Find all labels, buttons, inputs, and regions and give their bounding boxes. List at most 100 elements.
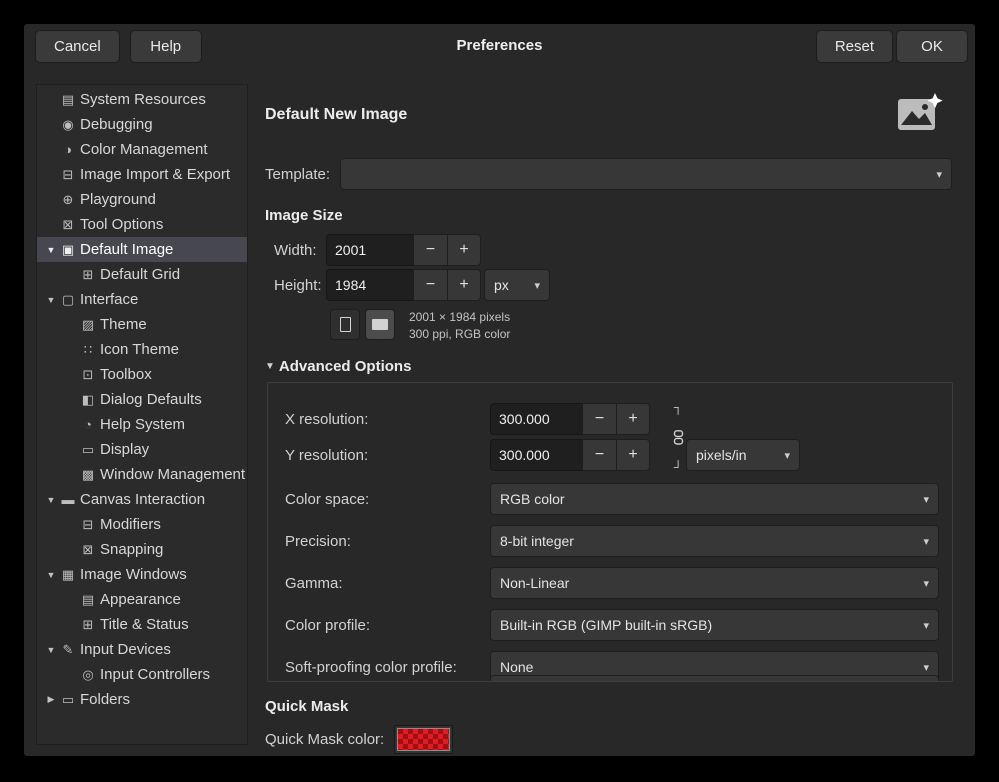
sidebar-item-window-management[interactable]: ▩ Window Management: [37, 462, 247, 487]
color-profile-dropdown[interactable]: Built-in RGB (GIMP built-in sRGB) ▾: [490, 609, 939, 641]
resolution-unit-value: pixels/in: [696, 447, 776, 463]
color-profile-label: Color profile:: [285, 617, 490, 634]
reset-button[interactable]: Reset: [816, 30, 893, 63]
icon-theme-icon: ∷: [79, 342, 97, 358]
sidebar-item-label: Default Image: [80, 241, 173, 258]
width-input[interactable]: [326, 234, 413, 266]
height-input[interactable]: [326, 269, 413, 301]
x-resolution-spinner: − +: [490, 403, 650, 435]
color-space-value: RGB color: [500, 491, 915, 507]
sidebar-item-debugging[interactable]: ◉ Debugging: [37, 112, 247, 137]
sidebar-item-label: Help System: [100, 416, 185, 433]
expander-icon[interactable]: ▼: [43, 645, 59, 655]
import-export-icon: ⊟: [59, 167, 77, 183]
y-resolution-input[interactable]: [490, 439, 582, 471]
page-title: Default New Image: [265, 106, 407, 124]
input-devices-icon: ✎: [59, 642, 77, 658]
sidebar-item-label: Window Management: [100, 466, 245, 483]
template-dropdown[interactable]: ▾: [340, 158, 952, 190]
sidebar-item-label: Input Devices: [80, 641, 171, 658]
input-controllers-icon: ◎: [79, 667, 97, 683]
sidebar-item-default-image[interactable]: ▼ ▣ Default Image: [37, 237, 247, 262]
x-resolution-input[interactable]: [490, 403, 582, 435]
x-resolution-decrement-button[interactable]: −: [582, 403, 616, 435]
expander-icon[interactable]: ▼: [43, 245, 59, 255]
height-decrement-button[interactable]: −: [413, 269, 447, 301]
sidebar-item-default-grid[interactable]: ⊞ Default Grid: [37, 262, 247, 287]
sidebar-item-canvas-interaction[interactable]: ▼ ▬ Canvas Interaction: [37, 487, 247, 512]
size-unit-dropdown[interactable]: px ▾: [484, 269, 550, 301]
sidebar-item-label: Canvas Interaction: [80, 491, 205, 508]
chevron-down-icon: ▾: [923, 619, 929, 632]
sidebar-item-input-devices[interactable]: ▼ ✎ Input Devices: [37, 637, 247, 662]
height-increment-button[interactable]: +: [447, 269, 481, 301]
sidebar-item-label: Toolbox: [100, 366, 152, 383]
width-increment-button[interactable]: +: [447, 234, 481, 266]
resolution-chain-toggle[interactable]: ┐ ┘: [666, 402, 690, 472]
titlebar: Cancel Help Preferences Reset OK: [24, 24, 975, 80]
debugging-icon: ◉: [59, 117, 77, 133]
resolution-unit-dropdown[interactable]: pixels/in ▾: [686, 439, 800, 471]
sidebar-item-label: Modifiers: [100, 516, 161, 533]
default-image-star-icon: [897, 93, 943, 138]
advanced-options-expander[interactable]: ▼ Advanced Options: [265, 358, 957, 375]
sidebar-item-image-import-export[interactable]: ⊟ Image Import & Export: [37, 162, 247, 187]
color-space-dropdown[interactable]: RGB color ▾: [490, 483, 939, 515]
size-summary-line1: 2001 × 1984 pixels: [409, 309, 510, 326]
sidebar-item-playground[interactable]: ⊕ Playground: [37, 187, 247, 212]
chevron-down-icon: ▾: [923, 661, 929, 674]
sidebar-item-input-controllers[interactable]: ◎ Input Controllers: [37, 662, 247, 687]
sidebar-item-interface[interactable]: ▼ ▢ Interface: [37, 287, 247, 312]
folders-icon: ▭: [59, 692, 77, 708]
precision-label: Precision:: [285, 533, 490, 550]
sidebar-item-icon-theme[interactable]: ∷ Icon Theme: [37, 337, 247, 362]
toolbox-icon: ⊡: [79, 367, 97, 383]
y-resolution-spinner: − +: [490, 439, 650, 471]
sidebar-item-dialog-defaults[interactable]: ◧ Dialog Defaults: [37, 387, 247, 412]
sidebar-item-theme[interactable]: ▨ Theme: [37, 312, 247, 337]
sidebar-item-display[interactable]: ▭ Display: [37, 437, 247, 462]
sidebar-item-help-system[interactable]: ◔ Help System: [37, 412, 247, 437]
y-resolution-increment-button[interactable]: +: [616, 439, 650, 471]
expander-icon[interactable]: ▶: [43, 694, 59, 705]
gamma-dropdown[interactable]: Non-Linear ▾: [490, 567, 939, 599]
gamma-value: Non-Linear: [500, 575, 915, 591]
sidebar-item-folders[interactable]: ▶ ▭ Folders: [37, 687, 247, 712]
precision-dropdown[interactable]: 8-bit integer ▾: [490, 525, 939, 557]
chevron-down-icon: ▾: [784, 449, 790, 462]
ok-button[interactable]: OK: [896, 30, 968, 63]
interface-icon: ▢: [59, 292, 77, 308]
portrait-orientation-button[interactable]: [330, 309, 360, 340]
size-summary: 2001 × 1984 pixels 300 ppi, RGB color: [409, 309, 510, 343]
chevron-down-icon: ▾: [936, 168, 942, 181]
width-decrement-button[interactable]: −: [413, 234, 447, 266]
size-summary-line2: 300 ppi, RGB color: [409, 326, 510, 343]
y-resolution-decrement-button[interactable]: −: [582, 439, 616, 471]
sidebar-item-title-status[interactable]: ⊞ Title & Status: [37, 612, 247, 637]
chevron-down-icon: ▾: [923, 577, 929, 590]
sidebar-item-system-resources[interactable]: ▤ System Resources: [37, 87, 247, 112]
clipped-dropdown-edge: [490, 675, 939, 681]
x-resolution-increment-button[interactable]: +: [616, 403, 650, 435]
sidebar-item-image-windows[interactable]: ▼ ▦ Image Windows: [37, 562, 247, 587]
theme-icon: ▨: [79, 317, 97, 333]
sidebar-item-color-management[interactable]: ◑ Color Management: [37, 137, 247, 162]
sidebar-item-tool-options[interactable]: ⊠ Tool Options: [37, 212, 247, 237]
sidebar-item-modifiers[interactable]: ⊟ Modifiers: [37, 512, 247, 537]
gamma-label: Gamma:: [285, 575, 490, 592]
expander-icon[interactable]: ▼: [43, 295, 59, 305]
expander-icon[interactable]: ▼: [43, 570, 59, 580]
landscape-page-icon: [372, 319, 388, 330]
quick-mask-color-swatch[interactable]: [394, 725, 453, 754]
landscape-orientation-button[interactable]: [365, 309, 395, 340]
sidebar-item-label: Image Import & Export: [80, 166, 230, 183]
sidebar-item-label: Icon Theme: [100, 341, 179, 358]
expander-icon[interactable]: ▼: [43, 495, 59, 505]
portrait-page-icon: [340, 317, 351, 332]
sidebar-item-snapping[interactable]: ⊠ Snapping: [37, 537, 247, 562]
sidebar-item-toolbox[interactable]: ⊡ Toolbox: [37, 362, 247, 387]
display-icon: ▭: [79, 442, 97, 458]
default-new-image-panel: Default New Image Template: ▾ Im: [248, 84, 963, 746]
chevron-down-icon: ▾: [534, 279, 540, 292]
sidebar-item-appearance[interactable]: ▤ Appearance: [37, 587, 247, 612]
